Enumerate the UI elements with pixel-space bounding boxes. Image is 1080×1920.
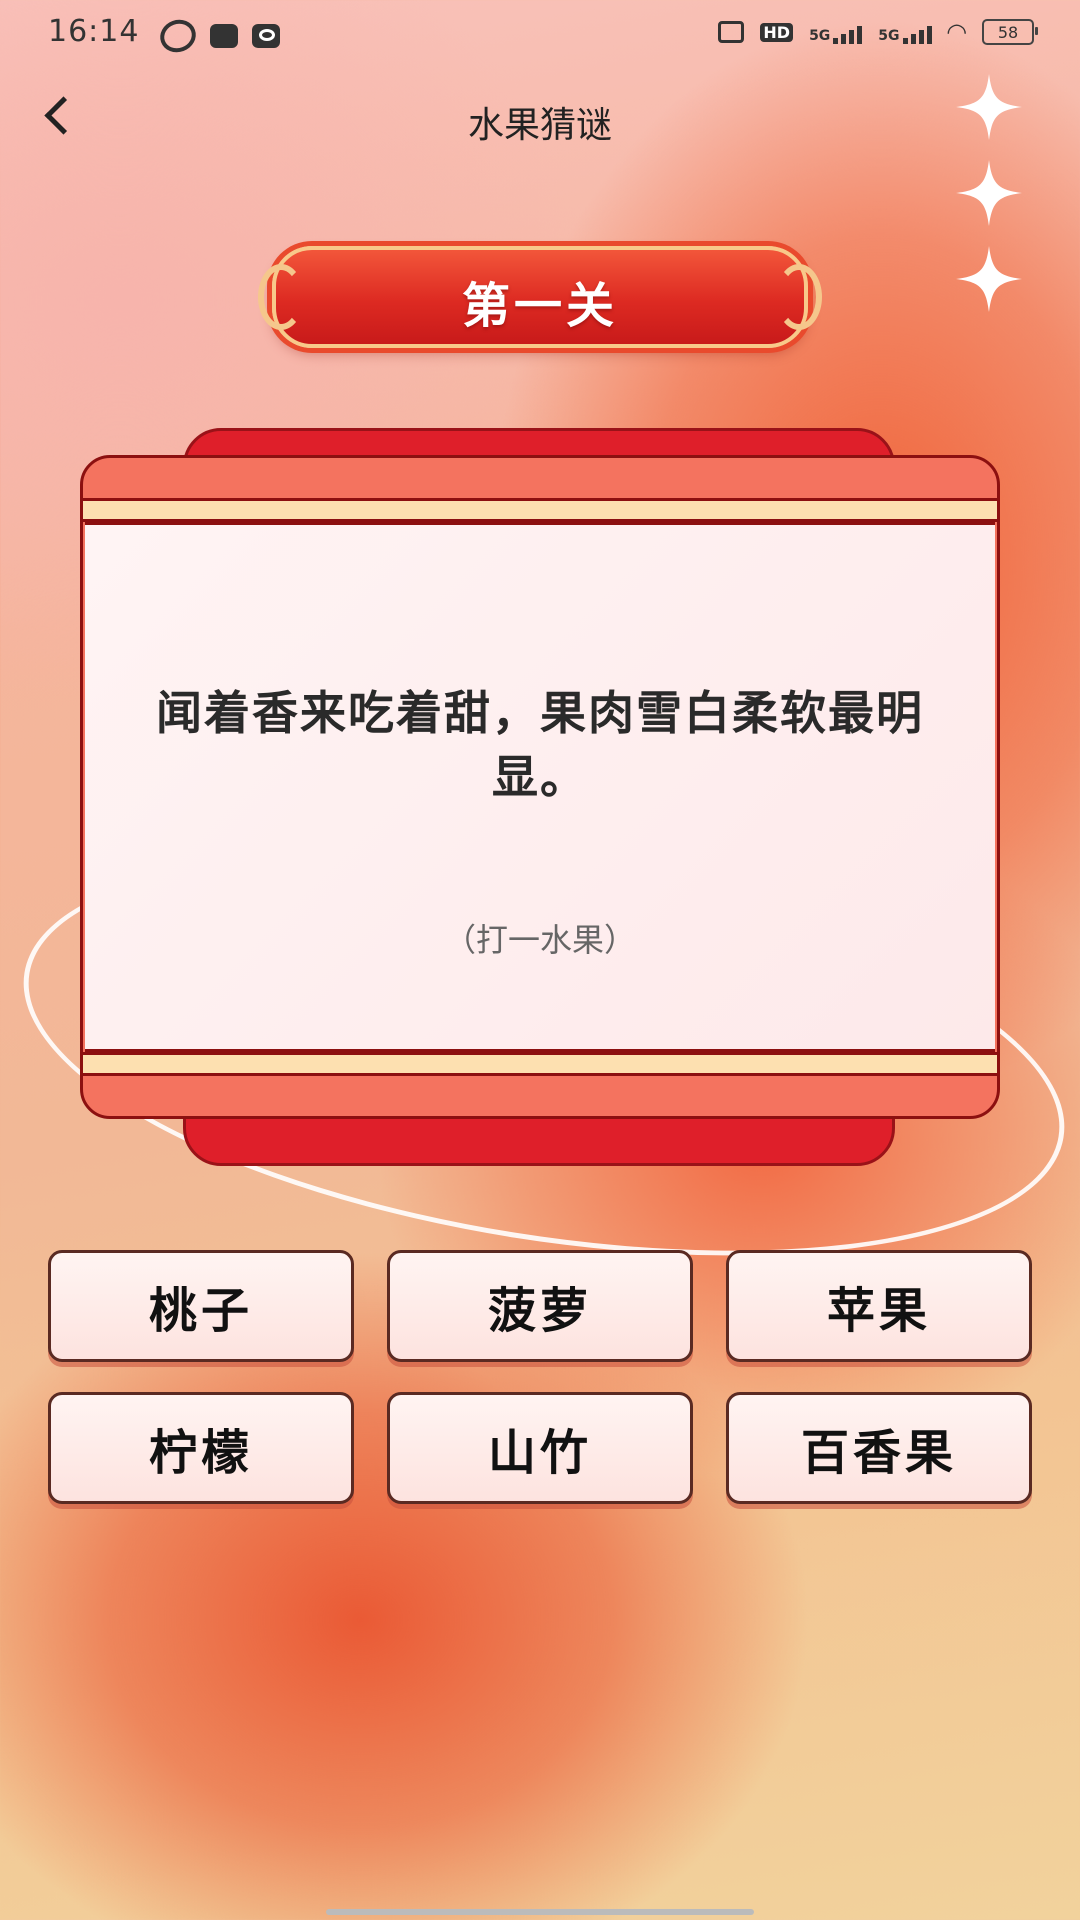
sparkle-icon bbox=[956, 160, 1022, 226]
riddle-text: 闻着香来吃着甜，果肉雪白柔软最明显。 bbox=[156, 686, 924, 804]
riddle-card: 闻着香来吃着甜，果肉雪白柔软最明显。 （打一水果） bbox=[80, 455, 1000, 1119]
sparkle-icon bbox=[956, 74, 1022, 140]
riddle-panel: 闻着香来吃着甜，果肉雪白柔软最明显。 （打一水果） bbox=[85, 522, 995, 1052]
answer-options: 桃子 菠萝 苹果 柠檬 山竹 百香果 bbox=[48, 1250, 1032, 1504]
option-button[interactable]: 柠檬 bbox=[48, 1392, 354, 1504]
signal-5g-2-label: 5G bbox=[878, 28, 900, 44]
option-button[interactable]: 苹果 bbox=[726, 1250, 1032, 1362]
notification-icons bbox=[155, 14, 280, 58]
riddle-hint: （打一水果） bbox=[443, 921, 636, 959]
battery-icon: 58 bbox=[982, 19, 1038, 45]
level-label: 第一关 bbox=[461, 278, 618, 334]
option-button[interactable]: 桃子 bbox=[48, 1250, 354, 1362]
option-button[interactable]: 百香果 bbox=[726, 1392, 1032, 1504]
level-banner: 第一关 bbox=[254, 236, 826, 358]
option-button[interactable]: 菠萝 bbox=[387, 1250, 693, 1362]
card-top-band bbox=[83, 498, 997, 522]
vibrate-icon bbox=[718, 21, 745, 43]
signal-bars-2-icon bbox=[902, 20, 932, 44]
card-bottom-band bbox=[83, 1052, 997, 1076]
option-button[interactable]: 山竹 bbox=[387, 1392, 693, 1504]
signal-5g-1-label: 5G bbox=[809, 28, 831, 44]
wifi-icon: ◠ bbox=[947, 18, 966, 46]
page-title: 水果猜谜 bbox=[467, 105, 612, 146]
signal-5g-1: 5G bbox=[809, 20, 863, 44]
signal-bars-1-icon bbox=[833, 20, 863, 44]
square-app-icon bbox=[210, 24, 238, 48]
status-time: 16:14 bbox=[48, 14, 140, 49]
signal-5g-2: 5G bbox=[878, 20, 932, 44]
app-notification-icon bbox=[155, 14, 201, 58]
system-icons: HD 5G 5G ◠ 58 bbox=[718, 18, 1038, 46]
status-bar: 16:14 HD 5G 5G ◠ 58 bbox=[0, 0, 1080, 70]
sparkle-icon bbox=[956, 246, 1022, 312]
hd-icon: HD bbox=[760, 22, 794, 42]
wallet-icon bbox=[252, 24, 280, 48]
home-indicator[interactable] bbox=[326, 1909, 754, 1915]
